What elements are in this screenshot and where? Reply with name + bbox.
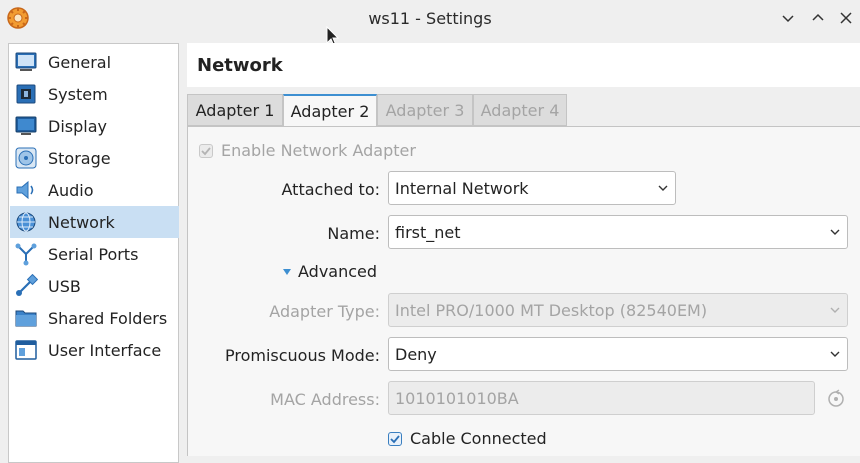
network-icon: [13, 209, 39, 235]
mac-address-label: MAC Address:: [270, 390, 380, 409]
network-name-combo[interactable]: first_net: [388, 215, 848, 249]
usb-icon: [13, 273, 39, 299]
close-icon: [840, 12, 852, 24]
sidebar-item-label: System: [48, 84, 108, 104]
checkbox[interactable]: [388, 431, 402, 446]
checkmark-icon: [390, 434, 400, 443]
checkbox[interactable]: [199, 143, 213, 158]
sidebar-item-audio[interactable]: Audio: [10, 174, 179, 206]
display-icon: [13, 113, 39, 139]
sidebar-item-display[interactable]: Display: [10, 110, 179, 142]
audio-icon: [13, 177, 39, 203]
advanced-label: Advanced: [298, 262, 378, 281]
chevron-down-icon: [782, 15, 794, 23]
attached-to-value: Internal Network: [395, 178, 529, 198]
enable-network-adapter-label: Enable Network Adapter: [221, 141, 416, 160]
sidebar-item-label: Storage: [48, 148, 111, 168]
folder-icon: [13, 305, 39, 331]
page-header: Network: [187, 43, 860, 87]
sidebar-item-label: Display: [48, 116, 107, 136]
attached-to-select[interactable]: Internal Network: [388, 171, 676, 205]
promiscuous-mode-label: Promiscuous Mode:: [224, 346, 380, 365]
network-name-value: first_net: [395, 222, 461, 242]
system-icon: [13, 81, 39, 107]
cable-connected-label: Cable Connected: [410, 429, 547, 448]
sidebar-item-usb[interactable]: USB: [10, 270, 179, 302]
sidebar-item-shared-folders[interactable]: Shared Folders: [10, 302, 179, 334]
sidebar-item-label: General: [48, 52, 112, 72]
window-title: ws11 - Settings: [368, 9, 492, 28]
sidebar-item-network[interactable]: Network: [10, 206, 179, 238]
storage-icon: [13, 145, 39, 171]
sidebar-item-user-interface[interactable]: User Interface: [10, 334, 179, 366]
tab-adapter-3[interactable]: Adapter 3: [377, 94, 473, 126]
title-bar: ws11 - Settings: [0, 0, 860, 36]
triangle-down-icon: [283, 268, 291, 275]
adapter-type-value: Intel PRO/1000 MT Desktop (82540EM): [395, 300, 708, 320]
serial-ports-icon: [13, 241, 39, 267]
tab-adapter-2[interactable]: Adapter 2: [283, 94, 377, 127]
chevron-up-icon: [812, 13, 824, 21]
sidebar-item-label: User Interface: [48, 340, 162, 360]
minimize-button[interactable]: [777, 7, 799, 29]
sidebar-item-label: Audio: [48, 180, 94, 200]
chevron-down-icon: [658, 185, 668, 191]
sidebar-item-label: Network: [48, 212, 115, 232]
settings-sidebar: General System Display Storage Audio Net…: [8, 43, 179, 463]
adapter-type-label: Adapter Type:: [269, 302, 380, 321]
mac-address-value: 1010101010BA: [395, 388, 519, 408]
name-label: Name:: [327, 224, 380, 243]
promiscuous-mode-select[interactable]: Deny: [388, 337, 848, 371]
sidebar-item-label: USB: [48, 276, 81, 296]
mac-address-field[interactable]: 1010101010BA: [388, 381, 815, 415]
sidebar-item-storage[interactable]: Storage: [10, 142, 179, 174]
sidebar-item-general[interactable]: General: [10, 46, 179, 78]
chevron-down-icon: [830, 307, 840, 313]
sidebar-item-serial-ports[interactable]: Serial Ports: [10, 238, 179, 270]
checkmark-icon: [201, 146, 211, 155]
tab-adapter-1[interactable]: Adapter 1: [187, 94, 283, 126]
refresh-mac-icon[interactable]: [826, 389, 846, 409]
cable-connected-checkbox[interactable]: Cable Connected: [388, 429, 547, 448]
chevron-down-icon: [830, 229, 840, 235]
close-button[interactable]: [835, 7, 857, 29]
page-title: Network: [197, 55, 283, 76]
chevron-down-icon: [830, 351, 840, 357]
advanced-toggle[interactable]: Advanced: [282, 262, 377, 281]
general-icon: [13, 49, 39, 75]
enable-network-adapter-checkbox[interactable]: Enable Network Adapter: [199, 141, 416, 160]
sidebar-item-label: Shared Folders: [48, 308, 168, 328]
tab-adapter-4[interactable]: Adapter 4: [473, 94, 567, 126]
sidebar-item-system[interactable]: System: [10, 78, 179, 110]
promiscuous-mode-value: Deny: [395, 344, 437, 364]
sidebar-item-label: Serial Ports: [48, 244, 139, 264]
adapter-type-select[interactable]: Intel PRO/1000 MT Desktop (82540EM): [388, 293, 848, 327]
maximize-button[interactable]: [807, 7, 829, 29]
attached-to-label: Attached to:: [281, 180, 381, 199]
user-interface-icon: [13, 337, 39, 363]
